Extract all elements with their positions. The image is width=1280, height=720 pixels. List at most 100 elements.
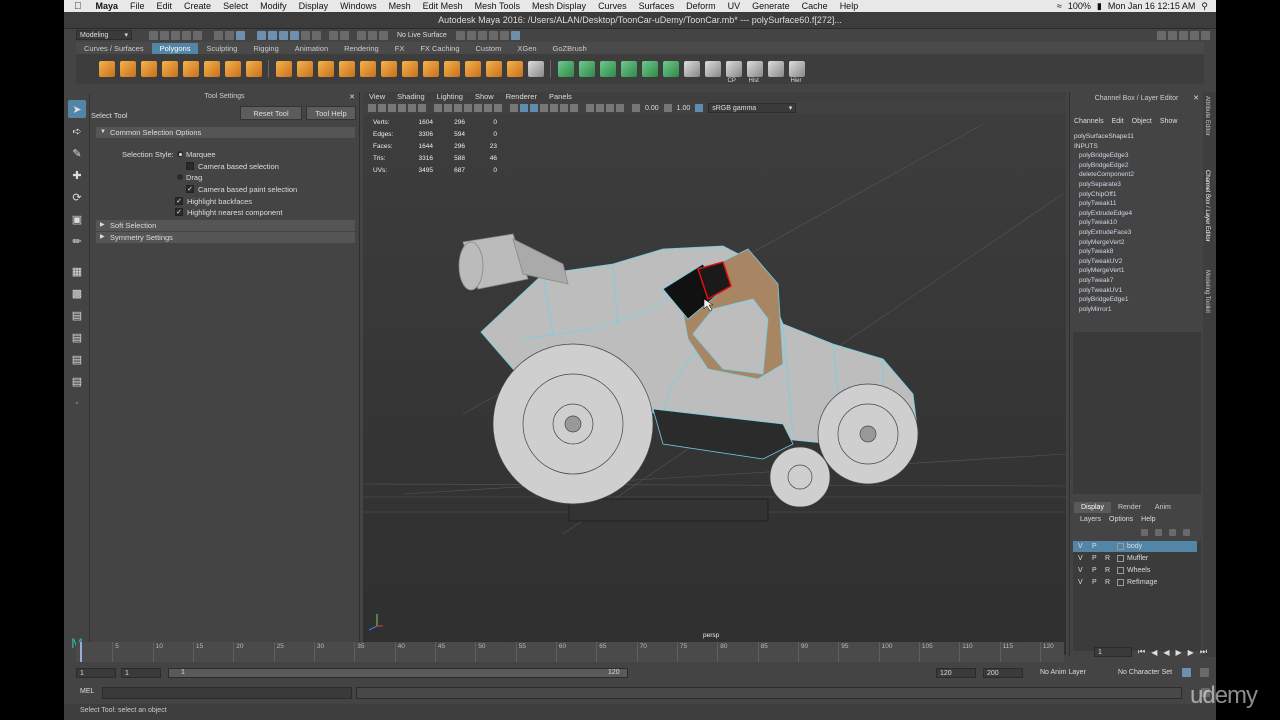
scale-tool-icon[interactable]: ▣ bbox=[68, 210, 86, 228]
command-input[interactable] bbox=[102, 687, 352, 699]
layer-visibility-toggle[interactable]: V bbox=[1078, 565, 1083, 576]
apple-icon[interactable]:  bbox=[64, 1, 90, 12]
layer-color-swatch[interactable] bbox=[1117, 579, 1124, 586]
viewport-3d-scene[interactable]: Verts: 1604 296 0 Edges: 3306 594 0 Faces: 1644 29… bbox=[363, 114, 1066, 655]
character-set-dropdown[interactable]: No Character Set bbox=[1118, 669, 1172, 676]
vp-menu-panels[interactable]: Panels bbox=[543, 92, 578, 102]
input-node[interactable]: polySeparate3 bbox=[1074, 180, 1134, 190]
input-node[interactable]: polyMirror1 bbox=[1074, 305, 1134, 315]
menu-display[interactable]: Display bbox=[293, 1, 335, 11]
input-node[interactable]: deleteComponent2 bbox=[1074, 170, 1134, 180]
history-icon[interactable] bbox=[329, 30, 338, 40]
poly-torus-icon[interactable] bbox=[203, 61, 220, 77]
render-view-icon[interactable] bbox=[499, 30, 509, 40]
input-node[interactable]: polyTweak7 bbox=[1074, 276, 1134, 286]
input-node[interactable]: polyTweakUV2 bbox=[1074, 257, 1134, 267]
tab-channel-box[interactable]: Channel Box / Layer Editor bbox=[1204, 170, 1210, 242]
camera-select-icon[interactable] bbox=[368, 104, 376, 112]
color-management-icon[interactable] bbox=[695, 104, 704, 112]
layer-color-swatch[interactable] bbox=[1117, 543, 1124, 550]
paint-select-icon[interactable]: ✎ bbox=[68, 144, 86, 162]
menu-edit-mesh[interactable]: Edit Mesh bbox=[417, 1, 469, 11]
layer-color-swatch[interactable] bbox=[1117, 555, 1124, 562]
poly-sphere-icon[interactable] bbox=[98, 61, 115, 77]
play-back-icon[interactable]: ◀ bbox=[1163, 648, 1169, 657]
vp-menu-show[interactable]: Show bbox=[469, 92, 500, 102]
input-node[interactable]: polyExtrudeEdge4 bbox=[1074, 209, 1134, 219]
cb-menu-edit[interactable]: Edit bbox=[1112, 118, 1124, 125]
gate-mask-icon[interactable] bbox=[464, 104, 472, 112]
image-plane-icon[interactable] bbox=[398, 104, 406, 112]
input-node[interactable]: polyMergeVert1 bbox=[1074, 266, 1134, 276]
layer-playback-toggle[interactable]: P bbox=[1092, 565, 1097, 576]
live-surface-icon[interactable] bbox=[379, 30, 388, 40]
checker-icon[interactable] bbox=[683, 61, 700, 77]
reduce-icon[interactable] bbox=[359, 61, 376, 77]
layout-icon-4[interactable]: ▤ bbox=[68, 372, 86, 390]
shadows-icon[interactable] bbox=[560, 104, 568, 112]
select-hierarchy-icon[interactable] bbox=[214, 30, 223, 40]
layer-reference-toggle[interactable]: R bbox=[1105, 577, 1110, 588]
lights-icon[interactable] bbox=[550, 104, 558, 112]
2d-pan-icon[interactable] bbox=[408, 104, 416, 112]
layer-row[interactable]: V Pbody bbox=[1073, 541, 1197, 552]
xray-components-icon[interactable] bbox=[616, 104, 624, 112]
cb-menu-object[interactable]: Object bbox=[1132, 118, 1152, 125]
menu-cache[interactable]: Cache bbox=[796, 1, 834, 11]
search-icon[interactable]: ⚲ bbox=[1201, 1, 1208, 12]
last-tool-icon[interactable]: ✏ bbox=[68, 232, 86, 250]
grease-pencil-icon[interactable] bbox=[418, 104, 426, 112]
shelf-tab-rigging[interactable]: Rigging bbox=[245, 43, 286, 54]
workspace-icon-3[interactable] bbox=[1179, 30, 1188, 40]
automatic-uv-icon[interactable] bbox=[620, 61, 637, 77]
delete-history-icon[interactable]: Hist bbox=[746, 61, 763, 84]
workspace-icon-1[interactable] bbox=[1157, 30, 1166, 40]
panel-close-icon[interactable]: ✕ bbox=[1193, 94, 1199, 102]
wifi-icon[interactable]: ≈ bbox=[1057, 1, 1062, 11]
combine-icon[interactable] bbox=[275, 61, 292, 77]
menu-file[interactable]: File bbox=[124, 1, 151, 11]
exposure-icon[interactable] bbox=[632, 104, 640, 112]
new-layer-selected-icon[interactable] bbox=[1183, 529, 1190, 536]
snap-surface-icon[interactable] bbox=[301, 30, 310, 40]
menu-select[interactable]: Select bbox=[217, 1, 254, 11]
single-view-icon[interactable]: ▦ bbox=[68, 262, 86, 280]
extrude-icon[interactable] bbox=[401, 61, 418, 77]
range-slider[interactable] bbox=[168, 668, 628, 678]
workspace-icon-5[interactable] bbox=[1201, 30, 1210, 40]
tool-help-button[interactable]: Tool Help bbox=[306, 106, 356, 120]
current-time-marker[interactable] bbox=[80, 642, 82, 662]
playback-start-field[interactable]: 1 bbox=[121, 668, 161, 678]
select-component-icon[interactable] bbox=[236, 30, 245, 40]
menu-modify[interactable]: Modify bbox=[254, 1, 293, 11]
vp-menu-view[interactable]: View bbox=[363, 92, 391, 102]
shelf-tab-fx[interactable]: FX bbox=[387, 43, 413, 54]
input-node[interactable]: polyTweakUV1 bbox=[1074, 286, 1134, 296]
layer-visibility-toggle[interactable]: V bbox=[1078, 541, 1083, 552]
layer-menu-layers[interactable]: Layers bbox=[1080, 516, 1101, 523]
poly-cube-icon[interactable] bbox=[119, 61, 136, 77]
menu-deform[interactable]: Deform bbox=[680, 1, 722, 11]
playback-end-field[interactable]: 120 bbox=[936, 668, 976, 678]
menu-mesh-display[interactable]: Mesh Display bbox=[526, 1, 592, 11]
poly-plane-icon[interactable] bbox=[182, 61, 199, 77]
smooth-shade-icon[interactable] bbox=[520, 104, 528, 112]
command-language[interactable]: MEL bbox=[80, 688, 94, 695]
color-space-dropdown[interactable]: sRGB gamma ▾ bbox=[708, 103, 797, 113]
insert-edge-loop-icon[interactable] bbox=[464, 61, 481, 77]
reset-tool-button[interactable]: Reset Tool bbox=[240, 106, 302, 120]
go-end-icon[interactable]: ⏭ bbox=[1200, 647, 1207, 657]
shelf-tab-curves-surfaces[interactable]: Curves / Surfaces bbox=[76, 43, 152, 54]
section-soft-selection[interactable]: ▶ Soft Selection bbox=[96, 220, 355, 231]
gamma-value[interactable]: 1.00 bbox=[677, 105, 691, 112]
layer-tab-anim[interactable]: Anim bbox=[1148, 502, 1178, 513]
layout-icon-1[interactable]: ▤ bbox=[68, 306, 86, 324]
resolution-gate-icon[interactable] bbox=[454, 104, 462, 112]
isolate-icon[interactable] bbox=[586, 104, 594, 112]
drag-radio[interactable] bbox=[177, 174, 183, 180]
menu-windows[interactable]: Windows bbox=[334, 1, 383, 11]
panel-close-icon[interactable]: ✕ bbox=[349, 93, 355, 101]
layout-icon-3[interactable]: ▤ bbox=[68, 350, 86, 368]
vp-menu-renderer[interactable]: Renderer bbox=[500, 92, 543, 102]
auto-key-icon[interactable] bbox=[1182, 668, 1191, 677]
